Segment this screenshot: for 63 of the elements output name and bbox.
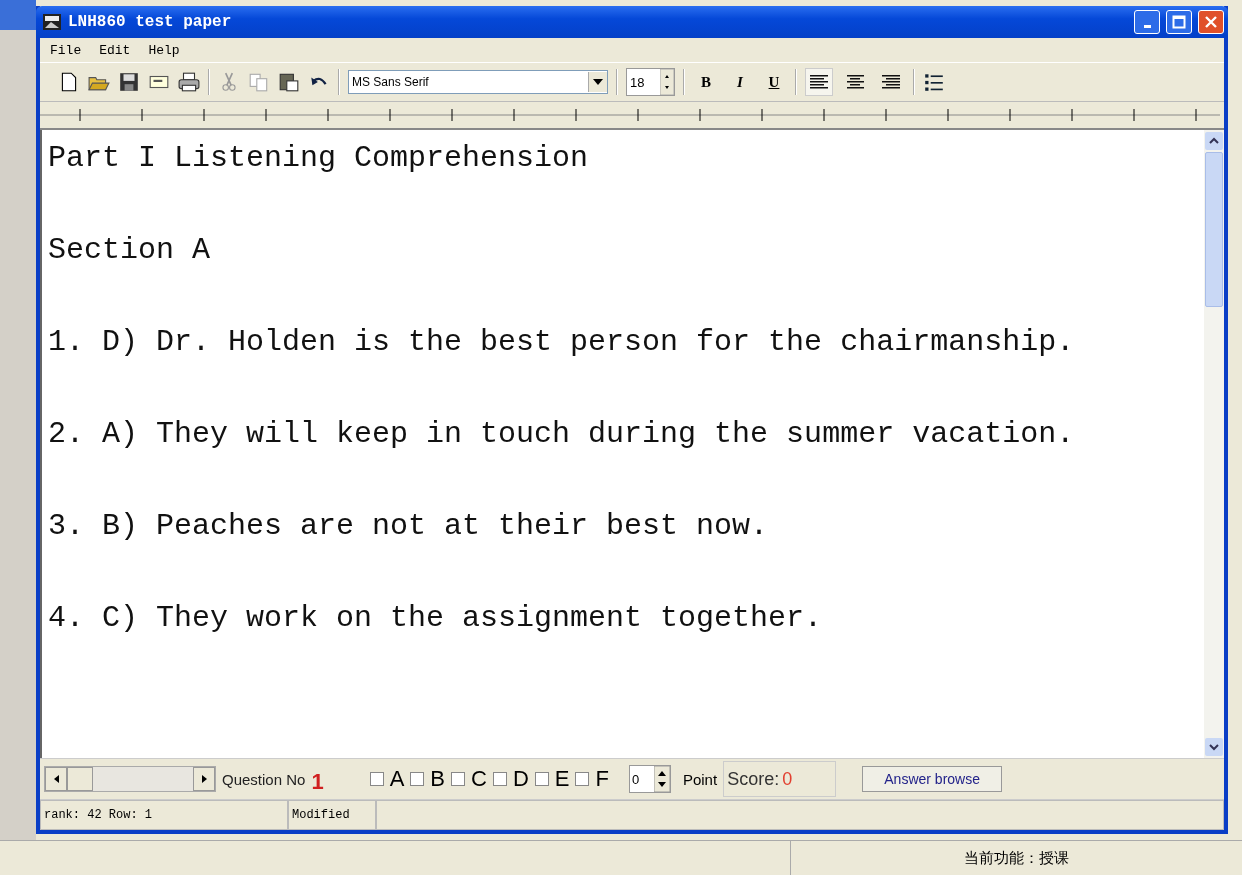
function-status: 当前功能：授课 <box>963 847 1070 869</box>
scroll-up-icon[interactable] <box>1205 132 1223 150</box>
option-label: C <box>471 766 487 793</box>
close-button[interactable] <box>1198 10 1224 34</box>
score-value: 0 <box>782 768 793 790</box>
save-icon[interactable] <box>118 71 140 93</box>
paste-icon[interactable] <box>278 71 300 93</box>
answer-checkbox[interactable] <box>369 772 384 787</box>
scroll-right-icon[interactable] <box>201 775 207 784</box>
minimize-icon <box>1143 24 1151 28</box>
status-panel: rank: 42 Row: 1 <box>40 800 288 831</box>
menu-item[interactable]: Edit <box>99 42 131 58</box>
status-panel: Modified <box>288 800 376 831</box>
align-left-icon <box>810 74 828 90</box>
bullet-list-icon[interactable] <box>923 71 945 93</box>
underline-button[interactable]: U <box>761 73 787 91</box>
vertical-scrollbar[interactable] <box>1204 130 1224 759</box>
font-dropdown[interactable]: MS Sans Serif <box>348 70 608 94</box>
answer-browse-button[interactable]: Answer browse <box>862 766 1003 793</box>
option-label: F <box>595 766 609 793</box>
question-label: Question No <box>222 770 306 788</box>
document-line: 2. A) They will keep in touch during the summer vacation. <box>48 416 1076 453</box>
answer-checkbox[interactable] <box>492 772 507 787</box>
minimize-button[interactable] <box>1134 10 1160 34</box>
document-line: 3. B) Peaches are not at their best now. <box>48 508 770 545</box>
font-size-field[interactable]: 18 <box>626 68 675 96</box>
bold-button[interactable]: B <box>693 73 719 91</box>
maximize-button[interactable] <box>1166 10 1192 34</box>
menu-item[interactable]: File <box>50 42 82 58</box>
document-line: 1. D) Dr. Holden is the best person for the chairmanship. <box>48 324 1076 361</box>
align-right-icon <box>882 74 900 90</box>
spinner-icon <box>653 766 670 793</box>
spinner-icon <box>660 69 674 95</box>
italic-button[interactable]: I <box>727 73 753 91</box>
answer-checkbox[interactable] <box>534 772 549 787</box>
scroll-thumb[interactable] <box>67 767 93 792</box>
answer-checkbox[interactable] <box>451 772 465 787</box>
option-label: B <box>430 766 445 793</box>
score-label: Score: <box>727 768 780 790</box>
app-icon <box>42 13 62 31</box>
option-label: A <box>389 766 405 793</box>
answer-checkbox[interactable] <box>575 772 590 787</box>
document-line: Part I Listening Comprehension <box>48 140 590 177</box>
option-label: E <box>554 766 570 793</box>
document-line: Section A <box>48 232 212 269</box>
points-field[interactable]: 0 <box>628 765 671 794</box>
align-center-icon <box>846 74 864 90</box>
document-line: 4. C) They work on the assignment together. <box>48 600 824 637</box>
menu-item[interactable]: Help <box>148 42 180 58</box>
scroll-down-icon[interactable] <box>1205 738 1223 757</box>
answer-checkbox[interactable] <box>410 772 425 787</box>
align-left-button[interactable] <box>805 68 833 96</box>
scroll-thumb[interactable] <box>1205 152 1223 307</box>
option-label: D <box>512 766 529 793</box>
question-number: 1 <box>311 769 324 796</box>
close-icon <box>1204 15 1218 29</box>
point-label: Point <box>682 770 718 788</box>
maximize-icon <box>1172 15 1186 29</box>
scroll-left-icon[interactable] <box>53 775 59 784</box>
caret-icon <box>593 79 603 85</box>
question-scrollbar[interactable] <box>44 766 216 793</box>
window-title: LNH860 test paper <box>68 13 232 31</box>
print-icon[interactable] <box>178 71 200 93</box>
